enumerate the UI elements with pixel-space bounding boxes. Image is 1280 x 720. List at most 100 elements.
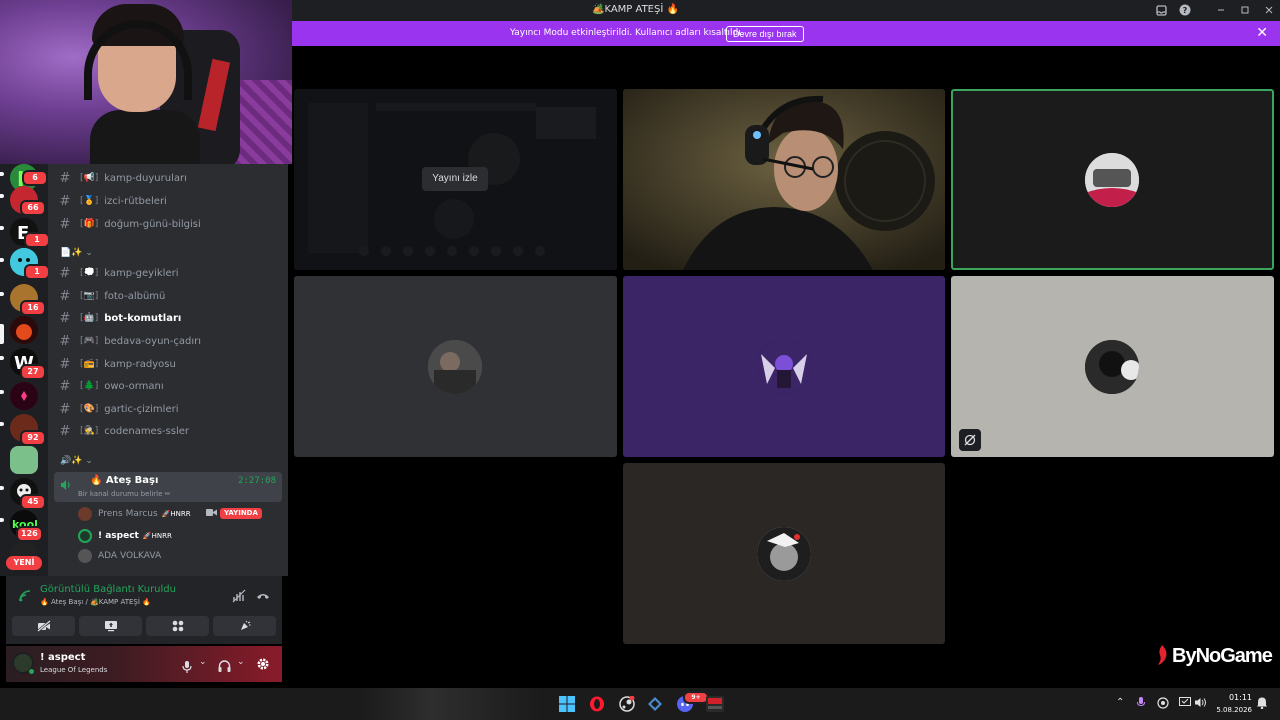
display-tray-icon[interactable]	[1179, 697, 1191, 711]
category-header[interactable]: 🔊✨ ⌄	[60, 456, 93, 466]
chevron-down-icon[interactable]: ⌄	[199, 657, 207, 667]
close-window-icon[interactable]	[1262, 3, 1276, 17]
maximize-icon[interactable]	[1238, 3, 1252, 17]
video-tile[interactable]	[294, 276, 617, 457]
hash-icon: #	[59, 288, 71, 304]
video-tile[interactable]	[623, 276, 945, 457]
hash-icon: #	[59, 170, 71, 186]
channel-item[interactable]: # [🕵] codenames-ssler	[54, 421, 282, 441]
camera-off-icon[interactable]	[959, 429, 981, 451]
connection-status[interactable]: Görüntülü Bağlantı Kuruldu	[40, 584, 176, 595]
headphones-icon[interactable]	[218, 657, 231, 676]
camera-off-button[interactable]	[12, 616, 75, 636]
help-icon[interactable]: ?	[1178, 3, 1192, 17]
clock-time[interactable]: 01:11	[1226, 693, 1252, 702]
disable-streamer-mode-button[interactable]: Devre dışı bırak	[726, 26, 804, 42]
screen-share-icon	[104, 617, 118, 636]
server-badge: 27	[20, 364, 46, 380]
close-icon[interactable]: ✕	[1256, 25, 1268, 41]
video-tile[interactable]	[951, 276, 1274, 457]
avatar	[78, 549, 92, 563]
hash-icon: #	[59, 401, 71, 417]
channel-item[interactable]: # [💭] kamp-geyikleri	[54, 263, 282, 283]
server-badge: 6	[22, 170, 48, 186]
server-badge: 92	[20, 430, 46, 446]
disconnect-icon[interactable]	[256, 588, 270, 607]
settings-gear-icon[interactable]	[256, 656, 270, 675]
connection-signal-icon	[18, 588, 32, 607]
username[interactable]: ! aspect	[40, 652, 85, 663]
soundboard-icon	[239, 617, 251, 636]
avatar	[1085, 340, 1139, 394]
avatar	[78, 507, 92, 521]
notification-icon[interactable]	[1257, 697, 1267, 712]
banner-text: Yayıncı Modu etkinleştirildi. Kullanıcı …	[510, 28, 744, 38]
soundboard-button[interactable]	[213, 616, 276, 636]
inbox-icon[interactable]	[1154, 3, 1168, 17]
title-bar: 🏕️KAMP ATEŞİ 🔥 ?	[292, 0, 1280, 21]
watch-stream-button[interactable]: Yayını izle	[422, 167, 488, 191]
volume-icon[interactable]	[1195, 697, 1207, 711]
channel-item[interactable]: # [🎁] doğum-günü-bilgisi	[54, 214, 282, 234]
avatar	[78, 529, 92, 543]
channel-item[interactable]: # [🎮] bedava-oyun-çadırı	[54, 331, 282, 351]
noise-suppression-icon[interactable]	[232, 588, 246, 607]
voice-user[interactable]: ADA VOLKAVA	[78, 546, 278, 566]
server-badge: 1	[24, 232, 50, 248]
clock-date[interactable]: 5.08.2026	[1216, 706, 1252, 714]
video-tile[interactable]	[623, 463, 945, 644]
minimize-icon[interactable]	[1214, 3, 1228, 17]
svg-text:?: ?	[1183, 6, 1188, 15]
server-icon[interactable]	[10, 446, 38, 474]
window-title: 🏕️KAMP ATEŞİ 🔥	[592, 4, 679, 15]
opera-browser-icon[interactable]	[586, 693, 608, 715]
user-activity: League Of Legends	[40, 666, 108, 674]
hash-icon: #	[59, 333, 71, 349]
chevron-down-icon[interactable]: ⌄	[237, 657, 245, 667]
channel-list: # [📢] kamp-duyuruları # [🏅] izci-rütbeleri #…	[48, 164, 288, 576]
hash-icon: #	[59, 265, 71, 281]
security-tray-icon[interactable]	[1157, 697, 1169, 712]
voice-user[interactable]: Prens Marcus 🚀HNRR YAYINDA	[78, 504, 278, 524]
channel-status[interactable]: Bir kanal durumu belirle ✏	[78, 490, 171, 498]
bynogame-watermark: ByNoGame	[1154, 645, 1273, 668]
server-badge: 16	[20, 300, 46, 316]
microphone-icon[interactable]	[182, 658, 192, 677]
server-badge: 66	[20, 200, 46, 216]
category-header[interactable]: 📄✨ ⌄	[60, 248, 93, 258]
screen-share-button[interactable]	[79, 616, 142, 636]
voice-channel-name: 🔥 Ateş Başı	[90, 475, 159, 486]
app-icon[interactable]	[644, 693, 666, 715]
show-hidden-icons-icon[interactable]: ⌃	[1116, 697, 1124, 708]
streaming-app-icon[interactable]	[704, 693, 726, 715]
server-icon[interactable]	[10, 316, 38, 344]
server-icon[interactable]	[10, 382, 38, 410]
speaker-icon	[60, 476, 72, 495]
windows-taskbar: 9+ ⌃ 01:11 5.08.2026	[0, 688, 1280, 720]
channel-item[interactable]: # [🌲] owo-ormanı	[54, 376, 282, 396]
connection-channel[interactable]: 🔥 Ateş Başı / 🏕️KAMP ATEŞİ 🔥	[40, 598, 151, 606]
channel-item[interactable]: # [🎨] gartic-çizimleri	[54, 399, 282, 419]
channel-item[interactable]: # [📢] kamp-duyuruları	[54, 168, 282, 188]
channel-item[interactable]: # [📷] foto-albümü	[54, 286, 282, 306]
video-tile-speaking[interactable]	[951, 89, 1274, 270]
live-badge: YAYINDA	[220, 508, 262, 519]
bynogame-logo-icon	[1158, 645, 1167, 665]
steam-icon[interactable]	[616, 693, 638, 715]
streamer-webcam-overlay	[0, 0, 292, 164]
video-tile[interactable]	[623, 89, 945, 270]
voice-user[interactable]: ! aspect 🚀HNRR	[78, 526, 278, 546]
activities-button[interactable]	[146, 616, 209, 636]
hash-icon: #	[59, 378, 71, 394]
hash-icon: #	[59, 423, 71, 439]
camera-off-icon	[36, 617, 51, 636]
activities-icon	[172, 617, 184, 636]
channel-item[interactable]: # [🏅] izci-rütbeleri	[54, 191, 282, 211]
channel-item-active[interactable]: # [🤖] bot-komutları	[54, 308, 282, 328]
windows-start-icon[interactable]	[556, 693, 578, 715]
voice-channel-active[interactable]: 🔥 Ateş Başı 2:27:08 Bir kanal durumu bel…	[54, 472, 282, 502]
server-rail: K 6 66 E 1 1 16 W 27 92 45 kool 126 YENİ	[0, 164, 50, 576]
microphone-tray-icon[interactable]	[1137, 697, 1145, 711]
streamer-mode-banner: Yayıncı Modu etkinleştirildi. Kullanıcı …	[292, 21, 1280, 46]
channel-item[interactable]: # [📻] kamp-radyosu	[54, 354, 282, 374]
